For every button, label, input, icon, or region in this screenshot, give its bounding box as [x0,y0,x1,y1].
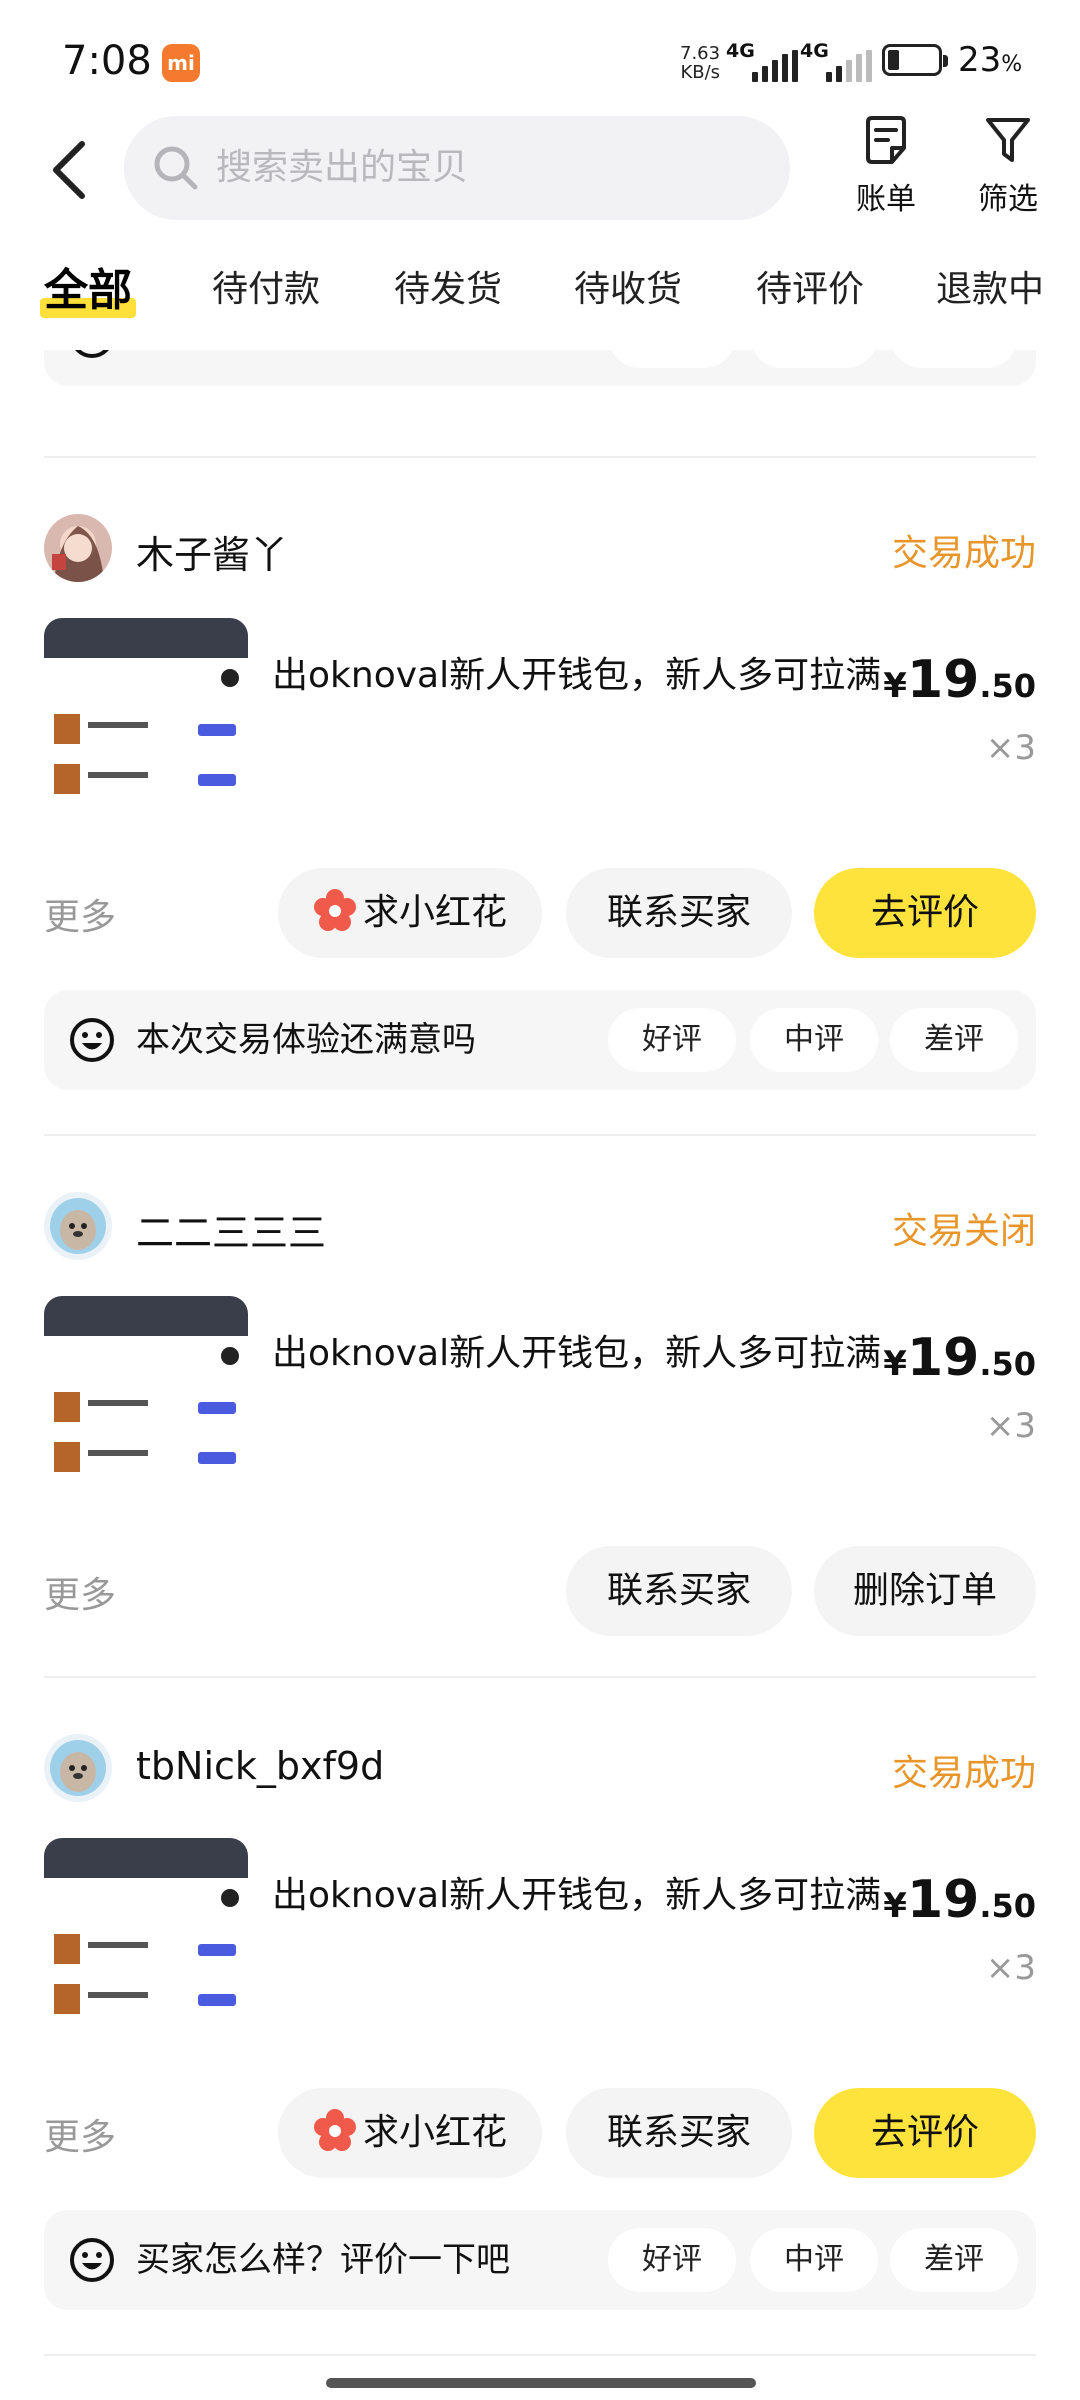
rate-neutral-button[interactable]: 中评 [750,1008,878,1072]
rate-good-button[interactable]: 好评 [608,2228,736,2292]
mi-notification-icon: mi [162,44,200,82]
product-thumbnail[interactable] [44,1838,248,2042]
flower-icon [313,2109,356,2151]
divider [44,456,1036,458]
product-thumbnail[interactable] [44,1296,248,1500]
seller-name: 二二三三三 [136,1211,327,1255]
avatar [44,1734,112,1802]
tab-refunding[interactable]: 退款中 [936,260,1044,312]
divider [44,2354,1036,2356]
tab-pending-review[interactable]: 待评价 [756,260,864,312]
product-title[interactable]: 出oknoval新人开钱包，新人多可拉满 [272,1326,892,1382]
rate-neutral-button[interactable]: 中评 [750,2228,878,2292]
rating-box: 本次交易体验还满意吗 好评 中评 差评 [44,990,1036,1090]
seller-row[interactable]: tbNick_bxf9d 交易成功 [44,1734,1036,1804]
seller-name: tbNick_bxf9d [136,1744,385,1788]
search-input[interactable]: 搜索卖出的宝贝 [124,116,790,220]
seller-row[interactable]: 二二三三三 交易关闭 [44,1192,1036,1262]
avatar [44,1192,112,1260]
more-link[interactable]: 更多 [44,1566,116,1618]
contact-buyer-button[interactable]: 联系买家 [566,868,792,958]
ask-flower-button[interactable]: 求小红花 [278,868,542,958]
bill-label: 账单 [856,182,916,217]
order-status: 交易关闭 [891,1211,1036,1252]
more-link[interactable]: 更多 [44,888,116,940]
network-speed: 7.63 KB/s [680,43,721,83]
avatar [44,514,112,582]
contact-buyer-button[interactable]: 联系买家 [566,1546,792,1636]
search-icon [154,146,198,190]
seller-row[interactable]: 木子酱丫 交易成功 [44,514,1036,584]
home-indicator[interactable] [326,2378,756,2388]
price: ¥19.50 [883,650,1036,710]
tab-all[interactable]: 全部 [40,254,136,318]
partial-rating-box: 买家怎么样？评价一下吧 好评 中评 差评 [44,350,1036,386]
order-list: 买家怎么样？评价一下吧 好评 中评 差评 木子酱丫 交易成功 [0,350,1080,2360]
order-status: 交易成功 [891,533,1036,574]
contact-buyer-button[interactable]: 联系买家 [566,2088,792,2178]
back-button[interactable] [40,130,100,210]
rating-question: 买家怎么样？评价一下吧 [136,2240,510,2280]
rate-bad-button[interactable]: 差评 [890,350,1018,368]
rate-good-button[interactable]: 好评 [608,350,736,368]
divider [44,1134,1036,1136]
smile-face-icon [70,1018,114,1062]
price: ¥19.50 [883,1328,1036,1388]
status-bar: 7:08 mi 7.63 KB/s 4G 4G 23% [62,38,1023,84]
quantity: ×3 [985,728,1036,768]
bill-icon [866,116,906,164]
smile-face-icon [75,350,109,358]
rate-bad-button[interactable]: 差评 [890,1008,1018,1072]
review-button[interactable]: 去评价 [814,2088,1036,2178]
search-placeholder: 搜索卖出的宝贝 [216,147,469,188]
back-arrow-icon [53,141,85,199]
seller-name: 木子酱丫 [136,533,289,577]
bill-button[interactable]: 账单 [836,114,936,218]
tab-pending-receipt[interactable]: 待收货 [574,260,682,312]
rating-question: 本次交易体验还满意吗 [136,1020,476,1060]
divider [44,1676,1036,1678]
product-thumbnail[interactable] [44,618,248,822]
clock: 7:08 [62,38,152,84]
product-title[interactable]: 出oknoval新人开钱包，新人多可拉满 [272,1868,892,1924]
order-status: 交易成功 [891,1753,1036,1794]
price: ¥19.50 [883,1870,1036,1930]
header: 搜索卖出的宝贝 账单 筛选 [0,112,1080,232]
smile-face-icon [70,2238,114,2282]
rate-neutral-button[interactable]: 中评 [750,350,878,368]
battery-icon [882,44,948,76]
tab-pending-shipment[interactable]: 待发货 [394,260,502,312]
quantity: ×3 [985,1406,1036,1446]
filter-label: 筛选 [978,182,1038,217]
review-button[interactable]: 去评价 [814,868,1036,958]
rate-bad-button[interactable]: 差评 [890,2228,1018,2292]
more-link[interactable]: 更多 [44,2108,116,2160]
flower-icon [313,889,356,931]
filter-icon [986,118,1030,162]
ask-flower-button[interactable]: 求小红花 [278,2088,542,2178]
battery-percent: 23% [958,40,1023,80]
filter-button[interactable]: 筛选 [958,114,1058,218]
rating-box: 买家怎么样？评价一下吧 好评 中评 差评 [44,2210,1036,2310]
delete-order-button[interactable]: 删除订单 [814,1546,1036,1636]
order-tabs: 全部 待付款 待发货 待收货 待评价 退款中 [0,240,1080,350]
tab-pending-payment[interactable]: 待付款 [212,260,320,312]
rate-good-button[interactable]: 好评 [608,1008,736,1072]
quantity: ×3 [985,1948,1036,1988]
product-title[interactable]: 出oknoval新人开钱包，新人多可拉满 [272,648,892,704]
